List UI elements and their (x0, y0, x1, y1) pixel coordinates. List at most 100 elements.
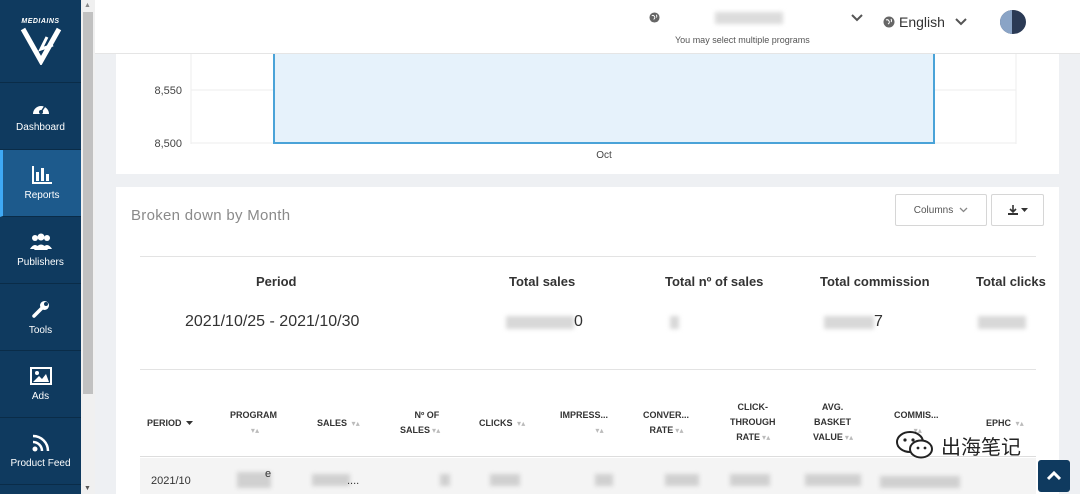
summary-total-sales-value (506, 316, 574, 329)
summary-header-period: Period (256, 274, 297, 289)
watermark: 出海笔记 (895, 430, 1021, 460)
summary-header-total-num-sales: Total nº of sales (665, 274, 764, 289)
sort-icon: ▾ ▴ (595, 426, 603, 435)
sidebar-item-label: Product Feed (10, 457, 71, 469)
chevron-down-icon[interactable] (851, 14, 863, 22)
sidebar-item-ads[interactable]: Ads (0, 351, 81, 418)
cell-num-sales (440, 474, 450, 486)
globe-icon (883, 16, 895, 28)
cell-period: 2021/10 (151, 475, 191, 487)
column-header-program[interactable]: PROGRAM ▾ ▴ (230, 408, 277, 438)
sort-icon: ▾ ▴ (675, 426, 683, 435)
table-row[interactable]: 2021/10 e .... (140, 458, 1036, 494)
column-header-clicks[interactable]: CLICKS ▾ ▴ (479, 416, 525, 431)
column-header-label: CLICK- (737, 402, 769, 412)
cell-conversion-rate (665, 474, 699, 486)
sort-icon: ▾ ▴ (1015, 419, 1024, 428)
cell-impressions (595, 474, 613, 486)
column-header-label: PROGRAM (230, 410, 277, 420)
logo-text: MEDIAINS (21, 17, 60, 25)
column-header-avg-basket-value[interactable]: AVG. BASKET VALUE ▾ ▴ (813, 400, 853, 445)
sort-icon: ▾ ▴ (432, 426, 440, 435)
bar-chart-icon (32, 165, 52, 184)
column-header-label: CONVER... (643, 410, 690, 420)
column-header-label: SALES (317, 418, 348, 428)
sidebar-item-tools[interactable]: Tools (0, 284, 81, 351)
summary-total-clicks-value (978, 316, 1026, 329)
column-header-label: IMPRESS... (560, 410, 609, 420)
column-header-label: RATE (649, 425, 674, 435)
summary-total-sales-tail: 0 (574, 313, 583, 330)
cell-program-char: e (265, 468, 272, 480)
wrench-icon (31, 300, 49, 318)
chart-svg: 8,550 8,500 Oct (154, 54, 1017, 161)
sidebar-item-dashboard[interactable]: Dashboard (0, 83, 81, 150)
top-bar: You may select multiple programs English (95, 0, 1080, 54)
sidebar-item-label: Reports (24, 189, 60, 201)
wechat-icon (896, 431, 933, 459)
column-header-sales[interactable]: SALES ▾ ▴ (317, 416, 360, 431)
scroll-to-top-button[interactable] (1038, 460, 1070, 492)
column-header-label: COMMIS... (894, 410, 939, 420)
chart-panel: 8,550 8,500 Oct (116, 54, 1059, 174)
column-header-label: RATE (736, 432, 761, 442)
cell-ctr (730, 474, 770, 486)
caret-down-icon (1020, 207, 1028, 212)
divider (140, 369, 1036, 370)
summary-header-total-commission: Total commission (820, 274, 930, 289)
image-icon (29, 366, 52, 385)
column-header-impressions[interactable]: IMPRESS... ▾ ▴ (560, 408, 608, 438)
logo[interactable]: MEDIAINS (0, 0, 81, 83)
scroll-thumb[interactable] (83, 12, 93, 394)
summary-period-value: 2021/10/25 - 2021/10/30 (185, 313, 360, 330)
avatar[interactable] (1000, 10, 1026, 34)
column-header-period[interactable]: PERIOD (147, 416, 194, 431)
column-header-ephc[interactable]: EPHC ▾ ▴ (986, 416, 1024, 431)
dashboard-icon (32, 105, 49, 114)
chart-bar (273, 54, 935, 144)
cell-sales-dots: .... (347, 475, 360, 487)
column-header-num-sales[interactable]: Nº OF SALES ▾ ▴ (400, 408, 440, 438)
sidebar-item-publishers[interactable]: Publishers (0, 217, 81, 284)
users-icon (29, 233, 52, 250)
download-icon (1007, 205, 1018, 215)
language-selector[interactable]: English (883, 14, 971, 30)
summary-header-total-sales: Total sales (509, 274, 576, 289)
sidebar-item-product-feed[interactable]: Product Feed (0, 418, 81, 485)
column-header-label: VALUE (813, 432, 843, 442)
sidebar-item-label: Tools (28, 324, 53, 336)
sidebar: MEDIAINS Dashboard Reports Publishers To… (0, 0, 81, 494)
columns-button[interactable]: Columns (895, 194, 987, 226)
y-tick-label: 8,550 (154, 85, 182, 97)
sidebar-item-label: Publishers (17, 256, 64, 268)
divider (140, 256, 1036, 257)
cell-commission (880, 476, 960, 488)
export-button[interactable] (991, 194, 1044, 226)
summary-header-total-clicks: Total clicks (976, 274, 1046, 289)
column-header-label: BASKET (814, 417, 852, 427)
column-header-label: PERIOD (147, 418, 182, 428)
sidebar-item-reports[interactable]: Reports (0, 150, 81, 217)
column-header-label: THROUGH (730, 417, 776, 427)
sort-icon: ▾ ▴ (844, 433, 853, 442)
scroll-down-arrow-icon[interactable]: ▼ (84, 485, 91, 492)
columns-button-label: Columns (913, 204, 954, 216)
column-header-ctr[interactable]: CLICK- THROUGH RATE ▾ ▴ (730, 400, 776, 445)
sort-icon: ▾ ▴ (517, 419, 525, 428)
program-select-value[interactable] (715, 12, 783, 24)
column-header-label: SALES (400, 425, 431, 435)
column-header-conversion-rate[interactable]: CONVER... RATE ▾ ▴ (643, 408, 689, 438)
vertical-scrollbar[interactable]: ▲ ▼ (81, 0, 95, 494)
cell-avg-basket-value (805, 474, 861, 486)
sort-desc-icon (186, 421, 194, 425)
sidebar-item-label: Dashboard (16, 121, 65, 133)
globe-icon (649, 12, 660, 23)
sidebar-item-label: Ads (31, 390, 50, 402)
summary-total-commission-value (824, 316, 874, 329)
sort-icon: ▾ ▴ (351, 419, 360, 428)
chevron-down-icon (955, 18, 967, 26)
sort-icon: ▾ ▴ (250, 426, 259, 435)
column-header-label: EPHC (986, 418, 1012, 428)
scroll-up-arrow-icon[interactable]: ▲ (84, 2, 91, 9)
column-header-label: AVG. (821, 402, 844, 412)
